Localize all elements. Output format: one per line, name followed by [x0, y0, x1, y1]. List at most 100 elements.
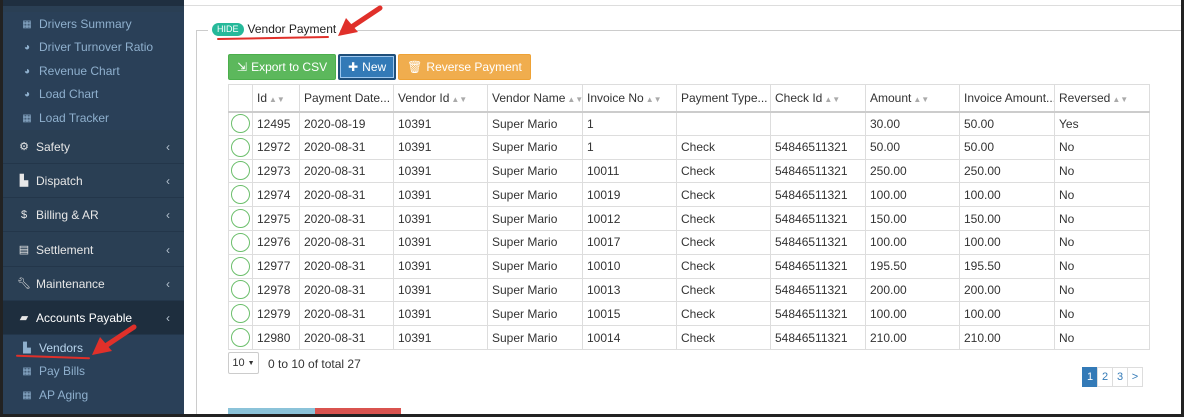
table-cell: 195.50: [865, 253, 960, 279]
sidebar-item-load-chart[interactable]: ◕ Load Chart: [3, 82, 184, 106]
sidebar-item-label: Revenue Chart: [39, 64, 120, 78]
reverse-payment-button[interactable]: 🗑︎ Reverse Payment: [398, 54, 531, 80]
row-select-cell: [228, 206, 253, 231]
sidebar-item-dispatch[interactable]: ▙ Dispatch ‹: [3, 164, 184, 198]
row-select-radio[interactable]: [231, 280, 250, 300]
column-header[interactable]: Reversed ▲▼: [1054, 84, 1150, 113]
table-cell: 10391: [393, 182, 488, 208]
table-cell: 12975: [252, 206, 300, 231]
table-cell: [770, 111, 866, 136]
table-row[interactable]: 12975 2020-08-31 10391 Super Mario 10012 Chec…: [228, 206, 1150, 231]
column-header[interactable]: Vendor Id ▲▼: [393, 84, 488, 113]
table-cell: 50.00: [865, 134, 960, 160]
table-cell: 54846511321: [770, 182, 866, 208]
table-cell: Super Mario: [487, 134, 583, 160]
row-select-radio[interactable]: [231, 137, 250, 157]
column-header[interactable]: Payment Type...▲▼: [676, 84, 771, 113]
column-header[interactable]: Id ▲▼: [252, 84, 300, 113]
sidebar-item-settlement[interactable]: ▤ Settlement ‹: [3, 233, 184, 267]
row-select-radio[interactable]: [231, 185, 250, 205]
sidebar-item-label: Pay Bills: [39, 364, 86, 378]
table-row[interactable]: 12980 2020-08-31 10391 Super Mario 10014 Chec…: [228, 325, 1150, 350]
sidebar-item-maintenance[interactable]: 🔧︎ Maintenance ‹: [3, 267, 184, 301]
table-cell: 12972: [252, 134, 300, 160]
sidebar-item-driver-turnover-ratio[interactable]: ◕ Driver Turnover Ratio: [3, 35, 184, 59]
table-cell: Check: [676, 301, 771, 327]
sidebar-item-safety[interactable]: ⚙ Safety ‹: [3, 130, 184, 164]
table-cell: Super Mario: [487, 229, 583, 255]
table-cell: 10391: [393, 277, 488, 303]
plus-icon: ✚: [348, 60, 359, 74]
table-row[interactable]: 12976 2020-08-31 10391 Super Mario 10017 Chec…: [228, 229, 1150, 255]
row-select-radio[interactable]: [231, 232, 250, 252]
table-cell: 200.00: [959, 277, 1055, 303]
column-header[interactable]: Amount ▲▼: [865, 84, 960, 113]
top-strip: [184, 0, 1181, 6]
chevron-left-icon: ‹: [166, 310, 170, 325]
table-cell: 12973: [252, 158, 300, 184]
table-cell: No: [1054, 301, 1150, 327]
cogs-icon: ⚙: [19, 141, 29, 153]
table-cell: 100.00: [959, 182, 1055, 208]
table-row[interactable]: 12972 2020-08-31 10391 Super Mario 1 Check 548…: [228, 134, 1150, 160]
table-cell: 210.00: [865, 325, 960, 350]
column-header-label: Vendor Name: [492, 90, 566, 105]
table-cell: Check: [676, 325, 771, 350]
row-select-radio[interactable]: [231, 209, 250, 229]
column-header[interactable]: Vendor Name ▲▼: [487, 84, 583, 113]
table-cell: Check: [676, 158, 771, 184]
column-header[interactable]: Invoice No ▲▼: [582, 84, 677, 113]
export-csv-button[interactable]: ⇲ Export to CSV: [228, 54, 337, 80]
table-cell: 10391: [393, 206, 488, 231]
table-cell: 10391: [393, 134, 488, 160]
table-cell: 1: [582, 134, 677, 160]
sidebar-item-pay-bills[interactable]: ▦ Pay Bills: [3, 359, 184, 383]
table-cell: 12980: [252, 325, 300, 350]
table-cell: 250.00: [959, 158, 1055, 184]
column-header-label: Invoice Amount...: [964, 90, 1055, 105]
column-header[interactable]: Check Id ▲▼: [770, 84, 866, 113]
table-cell: 10012: [582, 206, 677, 231]
table-cell: Check: [676, 206, 771, 231]
sidebar-item-revenue-chart[interactable]: ◕ Revenue Chart: [3, 59, 184, 83]
table-cell: 150.00: [959, 206, 1055, 231]
table-row[interactable]: 12978 2020-08-31 10391 Super Mario 10013 Chec…: [228, 277, 1150, 303]
truck-icon: ▙: [19, 175, 29, 187]
table-row[interactable]: 12977 2020-08-31 10391 Super Mario 10010 Chec…: [228, 253, 1150, 279]
page-button-1[interactable]: 1: [1082, 367, 1098, 387]
row-select-cell: [228, 158, 253, 184]
next-page-button[interactable]: >: [1127, 367, 1143, 387]
table-cell: 2020-08-19: [299, 111, 394, 136]
book-icon: ▰: [19, 312, 29, 324]
column-header[interactable]: Payment Date...▲▼: [299, 84, 394, 113]
page-size-select[interactable]: 10 ▼: [228, 352, 259, 374]
grid-toolbar: ⇲ Export to CSV ✚ New 🗑︎ Reverse Payment: [228, 54, 533, 80]
row-select-cell: [228, 134, 253, 160]
table-row[interactable]: 12979 2020-08-31 10391 Super Mario 10015 Chec…: [228, 301, 1150, 327]
table-row[interactable]: 12973 2020-08-31 10391 Super Mario 10011 Chec…: [228, 158, 1150, 184]
row-select-radio[interactable]: [231, 328, 250, 348]
sidebar-item-drivers-summary[interactable]: ▦ Drivers Summary: [3, 12, 184, 36]
pager-info: 0 to 10 of total 27: [268, 357, 361, 371]
new-button[interactable]: ✚ New: [338, 54, 397, 80]
hide-toggle-button[interactable]: HIDE: [212, 22, 244, 36]
table-cell: 54846511321: [770, 301, 866, 327]
sidebar-item-ap-aging[interactable]: ▦ AP Aging: [3, 383, 184, 407]
table-cell: Check: [676, 182, 771, 208]
page-button-2[interactable]: 2: [1097, 367, 1113, 387]
page-button-3[interactable]: 3: [1112, 367, 1128, 387]
table-cell: Super Mario: [487, 111, 583, 136]
sidebar-item-load-tracker[interactable]: ▦ Load Tracker: [3, 106, 184, 130]
chevron-left-icon: ‹: [166, 242, 170, 257]
row-select-radio[interactable]: [231, 114, 250, 134]
table-cell: 10391: [393, 253, 488, 279]
table-row[interactable]: 12974 2020-08-31 10391 Super Mario 10019 Chec…: [228, 182, 1150, 208]
row-select-radio[interactable]: [231, 304, 250, 324]
column-header[interactable]: Invoice Amount...▲▼: [959, 84, 1055, 113]
row-select-radio[interactable]: [231, 256, 250, 276]
row-select-radio[interactable]: [231, 161, 250, 181]
table-cell: 54846511321: [770, 158, 866, 184]
sort-icon: ▲▼: [645, 94, 662, 104]
sidebar-item-billing-ar[interactable]: $ Billing & AR ‹: [3, 198, 184, 232]
table-row[interactable]: 12495 2020-08-19 10391 Super Mario 1 30.00 50.…: [228, 111, 1150, 136]
